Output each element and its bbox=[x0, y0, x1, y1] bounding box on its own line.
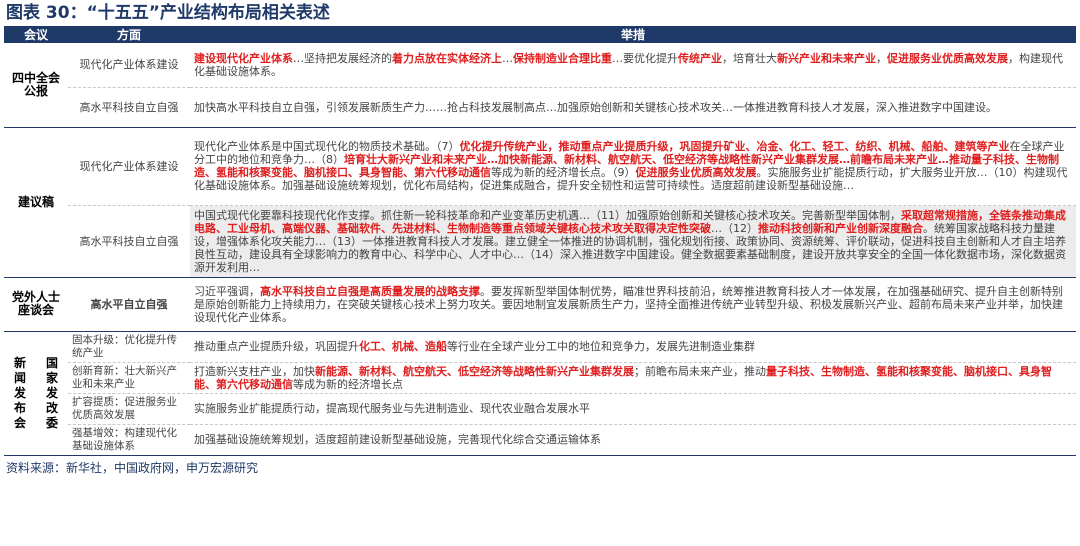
aspect-cell: 固本升级：优化提升传统产业 bbox=[68, 331, 190, 363]
meeting-label: 新闻发布会 bbox=[13, 355, 26, 430]
table-body: 四中全会公报 现代化产业体系建设 建设现代化产业体系…坚持把发展经济的着力点放在实体… bbox=[4, 43, 1076, 456]
measure-text: 中国式现代化要靠科技现代化作支撑。抓住新一轮科技革命和产业变革历史机遇…（11）… bbox=[194, 208, 901, 222]
table-row: 强基增效：构建现代化基础设施体系 加强基础设施统筹规划，适度超前建设新型基础设施，… bbox=[4, 424, 1076, 456]
measure-text: 等成为新的经济增长点 bbox=[293, 377, 403, 391]
measure-text: … bbox=[502, 51, 513, 65]
meeting-cell: 建议稿 bbox=[4, 127, 68, 278]
table-row: 高水平科技自立自强 加快高水平科技自立自强，引领发展新质生产力……抢占科技发展制高… bbox=[4, 87, 1076, 128]
measures-cell: 打造新兴支柱产业，加快新能源、新材料、航空航天、低空经济等战略性新兴产业集群发展… bbox=[190, 362, 1076, 394]
measure-text: …（12） bbox=[711, 221, 758, 235]
table-row: 新闻发布会 国家发改委 固本升级：优化提升传统产业 推动重点产业提质升级，巩固提升化工… bbox=[4, 331, 1076, 456]
highlighted-text: 化工、机械、造船 bbox=[359, 340, 447, 353]
highlighted-text: 促进服务业优质高效发展 bbox=[887, 51, 1008, 65]
aspect-cell: 现代化产业体系建设 bbox=[68, 127, 190, 206]
measure-text: …坚持把发展经济的 bbox=[293, 51, 392, 65]
measure-text: ，培育壮大 bbox=[722, 51, 777, 65]
highlighted-text: 新能源、新材料、航空航天、低空经济等战略性新兴产业集群发展 bbox=[315, 364, 634, 378]
measure-text: 习近平强调， bbox=[194, 284, 260, 298]
table-row: 四中全会公报 现代化产业体系建设 建设现代化产业体系…坚持把发展经济的着力点放在实体… bbox=[4, 43, 1076, 128]
meeting-cell: 新闻发布会 国家发改委 bbox=[4, 331, 68, 456]
measures-cell: 建设现代化产业体系…坚持把发展经济的着力点放在实体经济上…保持制造业合理比重…要… bbox=[190, 43, 1076, 88]
measures-cell: 实施服务业扩能提质行动，提高现代服务业与先进制造业、现代农业融合发展水平 bbox=[190, 393, 1076, 425]
highlighted-text: 保持制造业合理比重 bbox=[513, 51, 612, 65]
measures-cell: 中国式现代化要靠科技现代化作支撑。抓住新一轮科技革命和产业变革历史机遇…（11）… bbox=[190, 205, 1076, 278]
aspect-cell: 高水平科技自立自强 bbox=[68, 87, 190, 128]
measure-text: …要优化提升 bbox=[612, 51, 678, 65]
measure-text: 推动重点产业提质升级，巩固提升 bbox=[194, 340, 359, 353]
measures-cell: 加强基础设施统筹规划，适度超前建设新型基础设施，完善现代化综合交通运输体系 bbox=[190, 424, 1076, 456]
table-row: 扩容提质：促进服务业优质高效发展 实施服务业扩能提质行动，提高现代服务业与先进制造… bbox=[4, 393, 1076, 425]
highlighted-text: 促进服务业优质高效发展 bbox=[635, 166, 757, 179]
table-row: 创新育新：壮大新兴产业和未来产业 打造新兴支柱产业，加快新能源、新材料、航空航天、… bbox=[4, 362, 1076, 394]
aspect-cell: 现代化产业体系建设 bbox=[68, 43, 190, 88]
highlighted-text: 传统产业 bbox=[678, 51, 722, 65]
highlighted-text: 建设现代化产业体系 bbox=[194, 51, 293, 65]
measure-text: 实施服务业扩能提质行动，提高现代服务业与先进制造业、现代农业融合发展水平 bbox=[194, 402, 590, 415]
measure-text: 加强基础设施统筹规划，适度超前建设新型基础设施，完善现代化综合交通运输体系 bbox=[194, 433, 601, 446]
measure-text: 加快高水平科技自立自强，引领发展新质生产力……抢占科技发展制高点…加强原始创新和… bbox=[194, 100, 997, 114]
highlighted-text: 新兴产业和未来产业 bbox=[777, 51, 876, 65]
highlighted-text: 高水平科技自立自强是高质量发展的战略支撑 bbox=[260, 284, 480, 298]
aspect-cell: 高水平科技自立自强 bbox=[68, 205, 190, 278]
table-header-row: 会议 方面 举措 bbox=[4, 26, 1076, 43]
aspect-cell: 创新育新：壮大新兴产业和未来产业 bbox=[68, 362, 190, 394]
aspect-cell: 强基增效：构建现代化基础设施体系 bbox=[68, 424, 190, 456]
header-meeting: 会议 bbox=[4, 26, 68, 43]
measure-text: 打造新兴支柱产业，加快 bbox=[194, 364, 315, 378]
chart-title: 图表 30：“十五五”产业结构布局相关表述 bbox=[6, 3, 330, 23]
meeting-cell: 党外人士座谈会 bbox=[4, 277, 68, 332]
aspect-cell: 扩容提质：促进服务业优质高效发展 bbox=[68, 393, 190, 425]
header-aspect: 方面 bbox=[68, 26, 190, 43]
policy-table: 会议 方面 举措 四中全会公报 现代化产业体系建设 建设现代化产业体系…坚持把发展经… bbox=[4, 26, 1076, 456]
table-row: 高水平科技自立自强 中国式现代化要靠科技现代化作支撑。抓住新一轮科技革命和产业变革… bbox=[4, 205, 1076, 278]
measure-text: 等成为新的经济增长点。（9） bbox=[491, 166, 636, 179]
measure-text: ， bbox=[876, 51, 887, 65]
measure-text: 现代化产业体系是中国式现代化的物质技术基础。（7） bbox=[194, 140, 460, 153]
highlighted-text: 优化提升传统产业，推动重点产业提质升级，巩固提升矿业、冶金、化工、轻工、纺织、机… bbox=[459, 140, 1010, 153]
source-note: 资料来源：新华社，中国政府网，申万宏源研究 bbox=[6, 460, 259, 475]
measures-cell: 现代化产业体系是中国式现代化的物质技术基础。（7）优化提升传统产业，推动重点产业… bbox=[190, 127, 1076, 206]
highlighted-text: 着力点放在实体经济上 bbox=[392, 51, 502, 65]
measure-text: 等行业在全球产业分工中的地位和竞争力，发展先进制造业集群 bbox=[447, 340, 755, 353]
aspect-cell: 高水平自立自强 bbox=[68, 277, 190, 332]
measures-cell: 推动重点产业提质升级，巩固提升化工、机械、造船等行业在全球产业分工中的地位和竞争… bbox=[190, 331, 1076, 363]
measures-cell: 习近平强调，高水平科技自立自强是高质量发展的战略支撑。要发挥新型举国体制优势，瞄… bbox=[190, 277, 1076, 332]
meeting-sublabel: 国家发改委 bbox=[45, 355, 58, 430]
meeting-cell: 四中全会公报 bbox=[4, 43, 68, 128]
measure-text: ；前瞻布局未来产业，推动 bbox=[634, 364, 766, 378]
highlighted-text: 推动科技创新和产业创新深度融合 bbox=[758, 221, 923, 235]
table-row: 党外人士座谈会 高水平自立自强 习近平强调，高水平科技自立自强是高质量发展的战略支撑… bbox=[4, 277, 1076, 332]
table-row: 建议稿 现代化产业体系建设 现代化产业体系是中国式现代化的物质技术基础。（7）优化提… bbox=[4, 127, 1076, 278]
measures-cell: 加快高水平科技自立自强，引领发展新质生产力……抢占科技发展制高点…加强原始创新和… bbox=[190, 87, 1076, 128]
header-measures: 举措 bbox=[190, 26, 1076, 43]
